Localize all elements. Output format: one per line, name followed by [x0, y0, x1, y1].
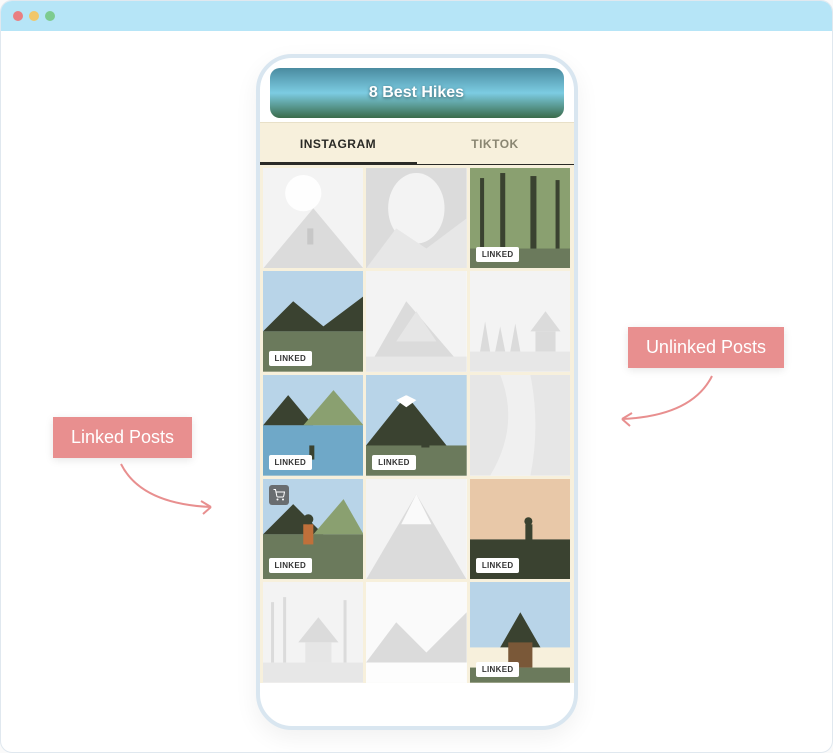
linked-badge: LINKED — [269, 558, 313, 573]
linked-badge: LINKED — [269, 351, 313, 366]
linked-badge: LINKED — [269, 455, 313, 470]
linked-badge: LINKED — [476, 247, 520, 262]
tab-tiktok-label: TIKTOK — [471, 137, 518, 151]
page-title: 8 Best Hikes — [369, 84, 464, 102]
post-item[interactable] — [263, 168, 364, 269]
tabs: INSTAGRAM TIKTOK — [260, 122, 574, 165]
close-icon[interactable] — [13, 11, 23, 21]
annotation-unlinked: Unlinked Posts — [628, 327, 784, 368]
unlinked-overlay — [263, 582, 364, 683]
unlinked-overlay — [263, 168, 364, 269]
arrow-unlinked-icon — [602, 371, 722, 431]
minimize-icon[interactable] — [29, 11, 39, 21]
post-item[interactable] — [470, 271, 571, 372]
post-grid: LINKED LINKED LINKED LINKED LINKED LINKED LINK… — [260, 165, 574, 683]
unlinked-overlay — [470, 271, 571, 372]
header-banner[interactable]: 8 Best Hikes — [270, 68, 564, 118]
post-item[interactable] — [263, 582, 364, 683]
arrow-linked-icon — [111, 459, 231, 519]
phone-frame: 8 Best Hikes INSTAGRAM TIKTOK LINKEDLINK… — [256, 54, 578, 730]
linked-badge: LINKED — [476, 558, 520, 573]
browser-header — [1, 1, 832, 31]
tab-tiktok[interactable]: TIKTOK — [417, 123, 574, 165]
linked-badge: LINKED — [372, 455, 416, 470]
unlinked-overlay — [366, 271, 467, 372]
post-item[interactable]: LINKED — [366, 375, 467, 476]
post-item[interactable] — [366, 271, 467, 372]
post-item[interactable]: LINKED — [470, 582, 571, 683]
annotation-unlinked-label: Unlinked Posts — [646, 337, 766, 357]
unlinked-overlay — [366, 479, 467, 580]
annotation-linked: Linked Posts — [53, 417, 192, 458]
unlinked-overlay — [366, 168, 467, 269]
annotation-linked-label: Linked Posts — [71, 427, 174, 447]
cart-icon — [269, 485, 289, 505]
post-item[interactable]: LINKED — [470, 479, 571, 580]
tab-instagram[interactable]: INSTAGRAM — [260, 123, 417, 165]
post-item[interactable] — [470, 375, 571, 476]
post-item[interactable] — [366, 479, 467, 580]
linked-badge: LINKED — [476, 662, 520, 677]
tab-instagram-label: INSTAGRAM — [300, 137, 376, 151]
unlinked-overlay — [470, 375, 571, 476]
post-item[interactable]: LINKED — [263, 479, 364, 580]
maximize-icon[interactable] — [45, 11, 55, 21]
browser-window: Linked Posts Unlinked Posts 8 Best Hikes… — [0, 0, 833, 753]
post-item[interactable]: LINKED — [263, 271, 364, 372]
post-item[interactable] — [366, 582, 467, 683]
unlinked-overlay — [366, 582, 467, 683]
content-area: Linked Posts Unlinked Posts 8 Best Hikes… — [1, 31, 832, 752]
post-item[interactable]: LINKED — [470, 168, 571, 269]
post-item[interactable] — [366, 168, 467, 269]
post-item[interactable]: LINKED — [263, 375, 364, 476]
